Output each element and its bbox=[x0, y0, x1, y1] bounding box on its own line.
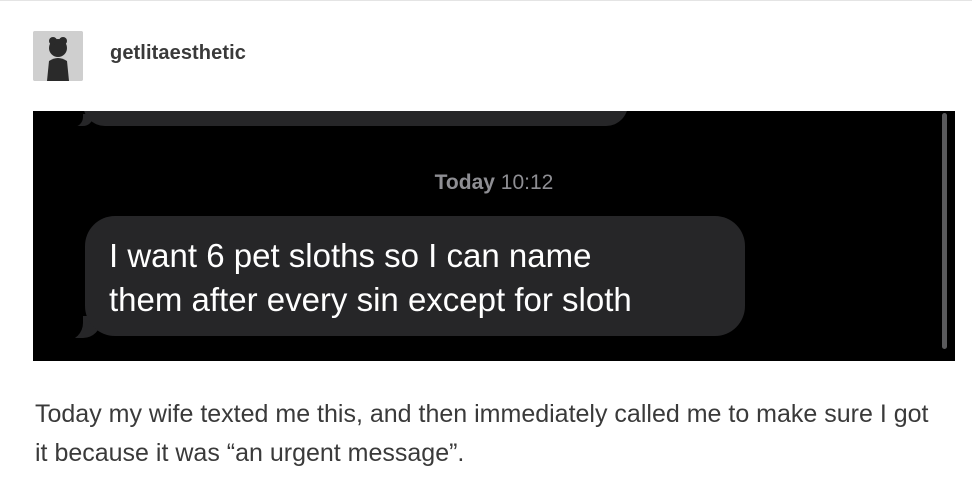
post-card: getlitaesthetic Today 10:12 I want 6 pet… bbox=[0, 0, 972, 494]
message-line-2: them after every sin except for sloth bbox=[109, 281, 632, 318]
message-line-1: I want 6 pet sloths so I can name bbox=[109, 237, 592, 274]
text-message-screenshot: Today 10:12 I want 6 pet sloths so I can… bbox=[33, 111, 955, 361]
scrollbar bbox=[942, 113, 947, 349]
avatar[interactable] bbox=[33, 31, 83, 81]
previous-message-bubble bbox=[83, 111, 628, 126]
timestamp-day: Today bbox=[434, 171, 495, 194]
username-link[interactable]: getlitaesthetic bbox=[110, 42, 246, 65]
message-timestamp: Today 10:12 bbox=[33, 171, 955, 195]
avatar-icon bbox=[33, 31, 83, 81]
message-bubble: I want 6 pet sloths so I can name them a… bbox=[85, 216, 745, 336]
post-caption: Today my wife texted me this, and then i… bbox=[35, 400, 929, 467]
timestamp-time: 10:12 bbox=[500, 171, 554, 194]
